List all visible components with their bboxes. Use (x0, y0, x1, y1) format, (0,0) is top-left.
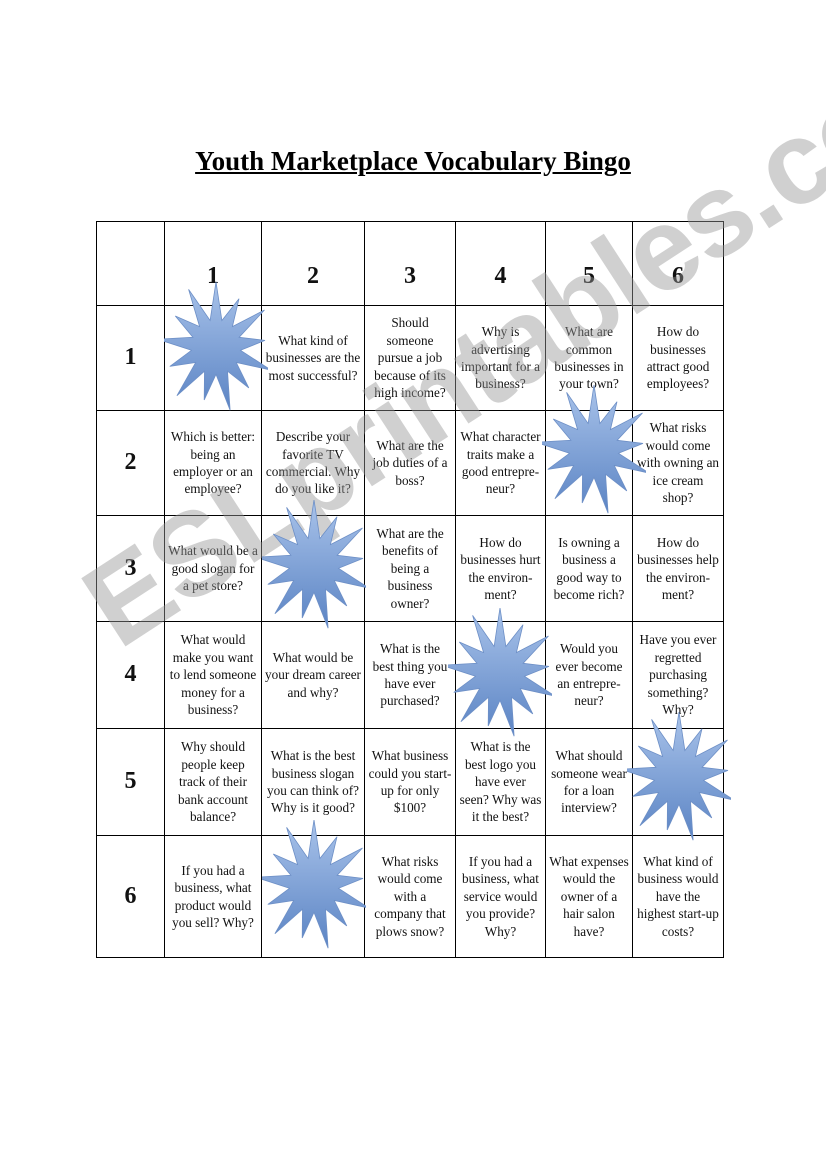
bingo-row: 1 What kind of businesses are the most su… (96, 305, 724, 411)
bingo-grid: 1 2 3 4 5 6 1 What kind of businesses are the m… (96, 221, 724, 958)
question-cell[interactable]: How do businesses hurt the environ-ment? (455, 515, 546, 622)
question-cell[interactable]: What would be a good slogan for a pet st… (164, 515, 262, 622)
question-cell[interactable] (261, 515, 365, 622)
row-header: 1 (96, 305, 165, 411)
question-cell[interactable]: What kind of businesses are the most suc… (261, 305, 365, 411)
bingo-row: 4 What would make you want to lend someon… (96, 621, 724, 729)
question-cell[interactable]: What expenses would the owner of a hair … (545, 835, 633, 958)
bingo-row: 3 What would be a good slogan for a pet s… (96, 515, 724, 622)
row-header: 6 (96, 835, 165, 958)
column-header: 1 (164, 221, 262, 306)
question-cell[interactable]: Why is advertising important for a busin… (455, 305, 546, 411)
row-header: 3 (96, 515, 165, 622)
question-cell[interactable] (545, 410, 633, 516)
page-title: Youth Marketplace Vocabulary Bingo (195, 146, 631, 176)
row-header: 5 (96, 728, 165, 836)
question-cell[interactable]: What are the job duties of a boss? (364, 410, 456, 516)
bingo-row: 5 Why should people keep track of their b… (96, 728, 724, 836)
question-cell[interactable]: What risks would come with a company tha… (364, 835, 456, 958)
bingo-row: 6 If you had a business, what product wou… (96, 835, 724, 958)
question-cell[interactable]: Have you ever regretted purchasing somet… (632, 621, 724, 729)
question-cell[interactable] (164, 305, 262, 411)
question-cell[interactable] (261, 835, 365, 958)
question-cell[interactable]: What is the best logo you have ever seen… (455, 728, 546, 836)
column-header: 3 (364, 221, 456, 306)
question-cell[interactable]: Which is better: being an employer or an… (164, 410, 262, 516)
row-header: 2 (96, 410, 165, 516)
question-cell[interactable]: Is owning a business a good way to becom… (545, 515, 633, 622)
question-cell[interactable]: Why should people keep track of their ba… (164, 728, 262, 836)
question-cell[interactable]: Should someone pursue a job because of i… (364, 305, 456, 411)
question-cell[interactable] (455, 621, 546, 729)
header-row: 123456 (96, 221, 724, 306)
question-cell[interactable]: What is the best business slogan you can… (261, 728, 365, 836)
question-cell[interactable]: If you had a business, what product woul… (164, 835, 262, 958)
question-cell[interactable]: How do businesses attract good employees… (632, 305, 724, 411)
corner-cell (96, 221, 165, 306)
question-cell[interactable]: What are common businesses in your town? (545, 305, 633, 411)
question-cell[interactable]: What would make you want to lend someone… (164, 621, 262, 729)
question-cell[interactable] (632, 728, 724, 836)
column-header: 4 (455, 221, 546, 306)
question-cell[interactable]: Would you ever become an entrepre-neur? (545, 621, 633, 729)
question-cell[interactable]: If you had a business, what service woul… (455, 835, 546, 958)
question-cell[interactable]: What should someone wear for a loan inte… (545, 728, 633, 836)
question-cell[interactable]: What risks would come with owning an ice… (632, 410, 724, 516)
question-cell[interactable]: What kind of business would have the hig… (632, 835, 724, 958)
bingo-row: 2 Which is better: being an employer or a… (96, 410, 724, 516)
question-cell[interactable]: What character traits make a good entrep… (455, 410, 546, 516)
question-cell[interactable]: Describe your favorite TV commercial. Wh… (261, 410, 365, 516)
column-header: 2 (261, 221, 365, 306)
column-header: 6 (632, 221, 724, 306)
question-cell[interactable]: How do businesses help the environ-ment? (632, 515, 724, 622)
question-cell[interactable]: What would be your dream career and why? (261, 621, 365, 729)
question-cell[interactable]: What are the benefits of being a busines… (364, 515, 456, 622)
row-header: 4 (96, 621, 165, 729)
column-header: 5 (545, 221, 633, 306)
question-cell[interactable]: What is the best thing you have ever pur… (364, 621, 456, 729)
question-cell[interactable]: What business could you start-up for onl… (364, 728, 456, 836)
